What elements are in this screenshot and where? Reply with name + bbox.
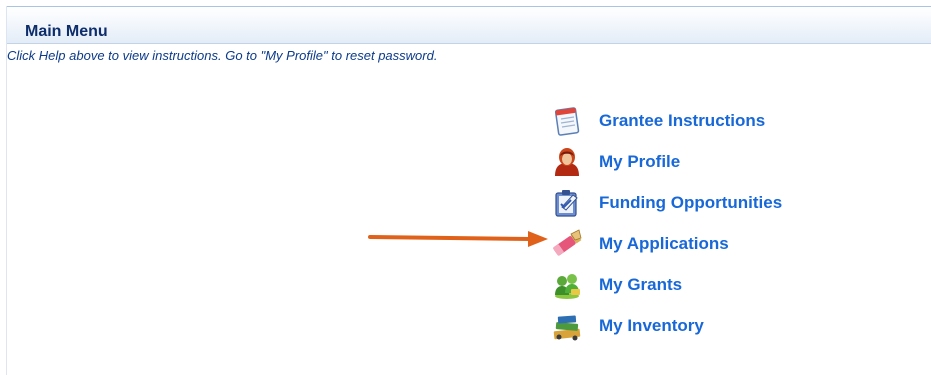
menu-item-label[interactable]: Funding Opportunities xyxy=(599,193,782,213)
main-menu-panel: Main Menu Click Help above to view instr… xyxy=(0,0,931,375)
people-money-icon xyxy=(551,269,583,301)
clipboard-check-icon xyxy=(551,187,583,219)
page-title: Main Menu xyxy=(25,23,108,40)
pencil-eraser-icon xyxy=(551,228,583,260)
menu-item-label[interactable]: My Inventory xyxy=(599,316,704,336)
menu-item-label[interactable]: Grantee Instructions xyxy=(599,111,765,131)
menu-item-funding-opportunities[interactable]: Funding Opportunities xyxy=(551,182,871,223)
menu-item-my-grants[interactable]: My Grants xyxy=(551,264,871,305)
menu-item-my-inventory[interactable]: My Inventory xyxy=(551,305,871,346)
menu-item-grantee-instructions[interactable]: Grantee Instructions xyxy=(551,100,871,141)
help-instructions-text: Click Help above to view instructions. G… xyxy=(7,48,438,63)
main-menu-header: Main Menu xyxy=(7,7,931,44)
notepad-icon xyxy=(551,105,583,137)
orange-arrow-annotation xyxy=(368,231,548,247)
menu-item-label[interactable]: My Profile xyxy=(599,152,680,172)
menu-item-my-profile[interactable]: My Profile xyxy=(551,141,871,182)
menu-item-my-applications[interactable]: My Applications xyxy=(551,223,871,264)
books-inventory-icon xyxy=(551,310,583,342)
menu-item-label[interactable]: My Grants xyxy=(599,275,682,295)
main-menu-list: Grantee Instructions My Profile Funding … xyxy=(551,100,871,346)
menu-item-label[interactable]: My Applications xyxy=(599,234,729,254)
user-avatar-icon xyxy=(551,146,583,178)
